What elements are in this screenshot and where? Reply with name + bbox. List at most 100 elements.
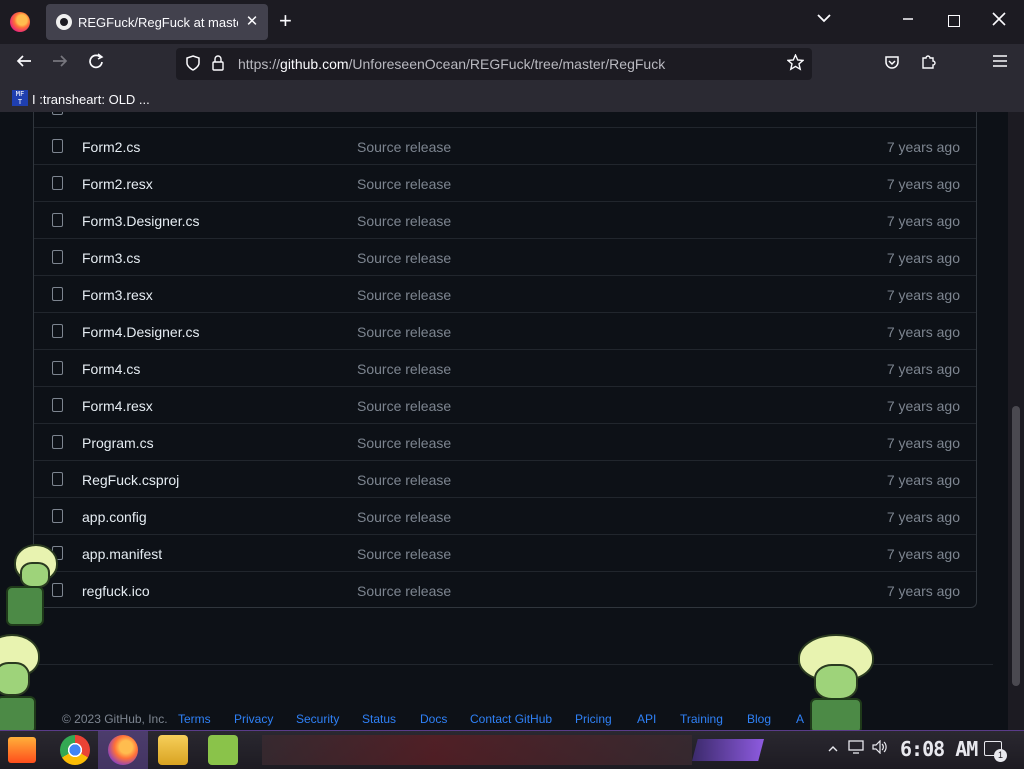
chrome-icon[interactable] — [60, 735, 90, 765]
taskbar-wallpaper-strip — [262, 735, 692, 765]
commit-message-link[interactable]: Source release — [357, 213, 451, 229]
hamburger-menu-icon[interactable] — [992, 54, 1008, 73]
commit-message-link[interactable]: Source release — [357, 435, 451, 451]
firefox-menu-icon[interactable] — [10, 12, 30, 32]
minimize-button[interactable] — [902, 12, 914, 30]
file-explorer-icon[interactable] — [158, 735, 188, 765]
footer-link-contact-github[interactable]: Contact GitHub — [470, 712, 552, 726]
footer-link-docs[interactable]: Docs — [420, 712, 447, 726]
footer-link-privacy[interactable]: Privacy — [234, 712, 273, 726]
table-row[interactable]: app.manifest Source release 7 years ago — [34, 534, 976, 572]
lock-icon[interactable] — [212, 55, 224, 71]
commit-date: 7 years ago — [886, 250, 960, 266]
table-row[interactable]: Form3.Designer.cs Source release 7 years a… — [34, 201, 976, 239]
commit-date: 7 years ago — [886, 361, 960, 377]
table-row[interactable]: Form4.Designer.cs Source release 7 years a… — [34, 312, 976, 350]
commit-message-link[interactable]: Source release — [357, 398, 451, 414]
table-row[interactable]: app.config Source release 7 years ago — [34, 497, 976, 535]
bookmark-star-icon[interactable] — [786, 53, 805, 76]
commit-message-link[interactable]: Source release — [357, 472, 451, 488]
table-row[interactable]: Form3.cs Source release 7 years ago — [34, 238, 976, 276]
tray-chevron-up-icon[interactable] — [828, 740, 838, 756]
commit-message-link[interactable]: Source release — [357, 176, 451, 192]
footer-link-pricing[interactable]: Pricing — [575, 712, 612, 726]
file-name-link[interactable]: regfuck.ico — [82, 583, 150, 599]
table-row[interactable]: Form3.resx Source release 7 years ago — [34, 275, 976, 313]
file-name-link[interactable]: Form4.Designer.cs — [82, 324, 199, 340]
file-name-link[interactable]: Program.cs — [82, 435, 154, 451]
footer-link-api[interactable]: API — [637, 712, 656, 726]
file-name-link[interactable]: Form3.Designer.cs — [82, 213, 199, 229]
pocket-icon[interactable] — [884, 54, 900, 75]
table-row[interactable]: Form4.resx Source release 7 years ago — [34, 386, 976, 424]
footer-link-security[interactable]: Security — [296, 712, 339, 726]
file-icon — [52, 213, 63, 227]
mascot-sticker-left-bottom — [0, 632, 44, 734]
commit-date: 7 years ago — [886, 139, 960, 155]
new-tab-button[interactable]: + — [279, 9, 292, 33]
taskbar-clock[interactable]: 6:08 AM — [900, 737, 978, 761]
table-row[interactable]: Form2.resx Source release 7 years ago — [34, 164, 976, 202]
table-row[interactable]: RegFuck.csproj Source release 7 years ago — [34, 460, 976, 498]
tab-title: REGFuck/RegFuck at master — [78, 15, 238, 30]
commit-message-link[interactable]: Source release — [357, 361, 451, 377]
footer-link-training[interactable]: Training — [680, 712, 723, 726]
file-name-link[interactable]: Form2.resx — [82, 176, 153, 192]
scrollbar-thumb[interactable] — [1012, 406, 1020, 686]
table-row[interactable]: Program.cs Source release 7 years ago — [34, 423, 976, 461]
file-name-link[interactable]: app.manifest — [82, 546, 162, 562]
file-icon — [52, 398, 63, 412]
file-name-link[interactable]: Form3.cs — [82, 250, 140, 266]
extensions-puzzle-icon[interactable] — [920, 54, 936, 75]
commit-date: 7 years ago — [886, 472, 960, 488]
browser-tab[interactable]: REGFuck/RegFuck at master ✕ — [46, 4, 268, 40]
bookmark-item[interactable]: I :transheart: OLD ... — [32, 92, 150, 107]
footer-link-blog[interactable]: Blog — [747, 712, 771, 726]
file-name-link[interactable]: app.config — [82, 509, 147, 525]
reload-icon[interactable] — [88, 53, 104, 74]
file-icon — [52, 250, 63, 264]
notification-count-badge: 1 — [994, 749, 1007, 762]
file-icon — [52, 472, 63, 486]
tracking-protection-shield-icon[interactable] — [186, 55, 200, 74]
volume-icon[interactable] — [872, 739, 888, 757]
close-window-button[interactable] — [992, 9, 1006, 32]
file-name-link[interactable]: Form4.cs — [82, 361, 140, 377]
commit-message-link[interactable]: Source release — [357, 583, 451, 599]
commit-message-link[interactable]: Source release — [357, 287, 451, 303]
github-icon — [56, 14, 72, 30]
file-icon — [52, 139, 63, 153]
bookmark-favicon-icon: MF T — [12, 90, 28, 106]
file-name-link[interactable]: Form4.resx — [82, 398, 153, 414]
close-tab-icon[interactable]: ✕ — [244, 12, 260, 30]
commit-message-link[interactable]: Source release — [357, 509, 451, 525]
address-bar[interactable]: https://github.com/UnforeseenOcean/REGFu… — [176, 48, 812, 80]
file-icon — [52, 112, 63, 115]
file-name-link[interactable]: Form3.resx — [82, 287, 153, 303]
commit-message-link[interactable]: Source release — [357, 324, 451, 340]
firefox-icon[interactable] — [108, 735, 138, 765]
file-name-link[interactable]: Form2.cs — [82, 139, 140, 155]
restore-button[interactable] — [948, 15, 960, 27]
footer-link-status[interactable]: Status — [362, 712, 396, 726]
game-app-icon[interactable] — [208, 735, 238, 765]
navigation-toolbar: https://github.com/UnforeseenOcean/REGFu… — [0, 44, 1024, 86]
commit-message-link[interactable]: Source release — [357, 250, 451, 266]
page-scrollbar[interactable] — [1008, 112, 1024, 730]
start-button[interactable] — [8, 737, 36, 763]
chevron-down-icon[interactable] — [817, 10, 831, 26]
file-list: Form2.cs Source release 7 years ago Form2.r… — [33, 112, 977, 608]
commit-message-link[interactable]: Source release — [357, 139, 451, 155]
table-row[interactable]: regfuck.ico Source release 7 years ago — [34, 571, 976, 609]
footer-link-terms[interactable]: Terms — [178, 712, 211, 726]
table-row[interactable]: Form2.cs Source release 7 years ago — [34, 127, 976, 165]
network-icon[interactable] — [848, 740, 864, 757]
url-text[interactable]: https://github.com/UnforeseenOcean/REGFu… — [238, 56, 665, 72]
bookmarks-toolbar: MF T I :transheart: OLD ... — [0, 86, 1024, 113]
file-name-link[interactable]: RegFuck.csproj — [82, 472, 179, 488]
commit-message-link[interactable]: Source release — [357, 546, 451, 562]
forward-icon[interactable] — [52, 53, 68, 74]
back-icon[interactable] — [16, 53, 32, 74]
table-row[interactable]: Form4.cs Source release 7 years ago — [34, 349, 976, 387]
file-icon — [52, 361, 63, 375]
